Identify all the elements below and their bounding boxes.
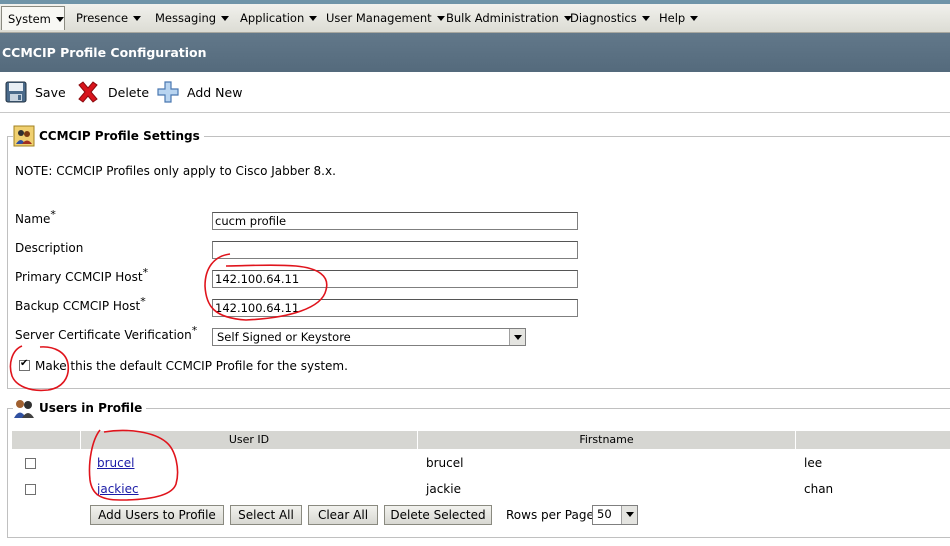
rows-per-page-label: Rows per Page xyxy=(506,508,594,522)
menu-presence[interactable]: Presence xyxy=(70,6,147,30)
profile-settings-title: CCMCIP Profile Settings xyxy=(39,129,200,143)
menu-diagnostics[interactable]: Diagnostics xyxy=(564,6,656,30)
required-mark: * xyxy=(191,324,198,337)
delete-selected-button[interactable]: Delete Selected xyxy=(384,505,492,525)
backup-host-label: Backup CCMCIP Host* xyxy=(15,296,146,313)
chevron-down-icon xyxy=(690,16,699,21)
add-users-to-profile-button[interactable]: Add Users to Profile xyxy=(90,505,224,525)
save-button[interactable]: Save xyxy=(5,80,66,104)
note-text: NOTE: CCMCIP Profiles only apply to Cisc… xyxy=(15,164,336,178)
users-icon xyxy=(14,400,34,418)
user-id-link[interactable]: brucel xyxy=(97,456,134,470)
column-header-user-id[interactable]: User ID xyxy=(81,431,418,449)
menu-system-label: System xyxy=(8,12,51,26)
menu-messaging[interactable]: Messaging xyxy=(149,6,235,30)
save-icon xyxy=(5,81,27,103)
name-label: Name* xyxy=(15,209,56,226)
required-mark: * xyxy=(140,295,146,308)
backup-host-input[interactable] xyxy=(212,299,578,317)
delete-x-icon xyxy=(78,81,98,103)
firstname-cell: jackie xyxy=(426,482,461,496)
lastname-cell: chan xyxy=(804,482,834,496)
chevron-down-icon xyxy=(55,17,64,22)
menu-diagnostics-label: Diagnostics xyxy=(570,11,637,25)
primary-host-label: Primary CCMCIP Host* xyxy=(15,267,148,284)
select-all-button[interactable]: Select All xyxy=(230,505,302,525)
page-title: CCMCIP Profile Configuration xyxy=(2,45,207,60)
chevron-down-icon xyxy=(133,16,142,21)
menu-top-accent xyxy=(0,0,950,4)
default-profile-label: Make this the default CCMCIP Profile for… xyxy=(35,359,348,373)
toolbar: Save Delete Add New xyxy=(0,72,950,113)
clear-all-button[interactable]: Clear All xyxy=(308,505,378,525)
menu-bulk-administration[interactable]: Bulk Administration xyxy=(440,6,578,30)
required-mark: * xyxy=(50,208,56,221)
user-id-link[interactable]: jackiec xyxy=(97,482,139,496)
delete-button[interactable]: Delete xyxy=(76,80,149,104)
cert-verification-label: Server Certificate Verification* xyxy=(15,325,197,342)
row-checkbox[interactable] xyxy=(25,458,36,469)
menu-bar: System Presence Messaging Application Us… xyxy=(0,0,950,33)
name-input[interactable] xyxy=(212,212,578,230)
menu-user-management[interactable]: User Management xyxy=(320,6,451,30)
users-in-profile-title: Users in Profile xyxy=(39,401,143,415)
rows-per-page-value: 50 xyxy=(597,507,612,521)
menu-user-management-label: User Management xyxy=(326,11,432,25)
dropdown-arrow-icon[interactable] xyxy=(621,506,637,524)
description-label: Description xyxy=(15,241,84,255)
backup-host-label-text: Backup CCMCIP Host xyxy=(15,299,141,313)
cert-verification-select[interactable]: Self Signed or Keystore xyxy=(212,328,526,346)
menu-system[interactable]: System xyxy=(1,6,65,30)
menu-help[interactable]: Help xyxy=(653,6,704,30)
dropdown-arrow-icon[interactable] xyxy=(509,329,525,345)
rows-per-page-select[interactable]: 50 xyxy=(592,505,638,525)
add-new-button[interactable]: Add New xyxy=(157,80,242,104)
column-header-firstname[interactable]: Firstname xyxy=(418,431,796,449)
column-header-lastname[interactable] xyxy=(796,431,950,449)
users-in-profile-legend: Users in Profile xyxy=(13,397,147,419)
profile-settings-legend: CCMCIP Profile Settings xyxy=(13,125,204,147)
cert-verification-value: Self Signed or Keystore xyxy=(217,330,351,344)
chevron-down-icon xyxy=(641,16,650,21)
plus-icon xyxy=(157,81,179,103)
primary-host-label-text: Primary CCMCIP Host xyxy=(15,270,143,284)
column-header-select xyxy=(12,431,81,449)
menu-messaging-label: Messaging xyxy=(155,11,217,25)
name-label-text: Name xyxy=(15,212,51,226)
add-new-label: Add New xyxy=(187,84,243,100)
description-input[interactable] xyxy=(212,241,578,259)
menu-application-label: Application xyxy=(240,11,305,25)
delete-label: Delete xyxy=(108,84,150,100)
firstname-cell: brucel xyxy=(426,456,464,470)
lastname-cell: lee xyxy=(804,456,823,470)
page-title-bar: CCMCIP Profile Configuration xyxy=(0,33,950,72)
default-profile-checkbox[interactable] xyxy=(19,358,30,371)
menu-help-label: Help xyxy=(659,11,686,25)
menu-bulk-administration-label: Bulk Administration xyxy=(446,11,559,25)
row-checkbox[interactable] xyxy=(25,484,36,495)
users-group-icon xyxy=(13,125,35,147)
menu-presence-label: Presence xyxy=(76,11,129,25)
required-mark: * xyxy=(142,266,149,279)
chevron-down-icon xyxy=(309,16,318,21)
primary-host-input[interactable] xyxy=(212,270,578,288)
cert-verification-label-text: Server Certificate Verification xyxy=(15,328,192,342)
chevron-down-icon xyxy=(221,16,230,21)
save-label: Save xyxy=(35,84,66,100)
menu-application[interactable]: Application xyxy=(234,6,323,30)
